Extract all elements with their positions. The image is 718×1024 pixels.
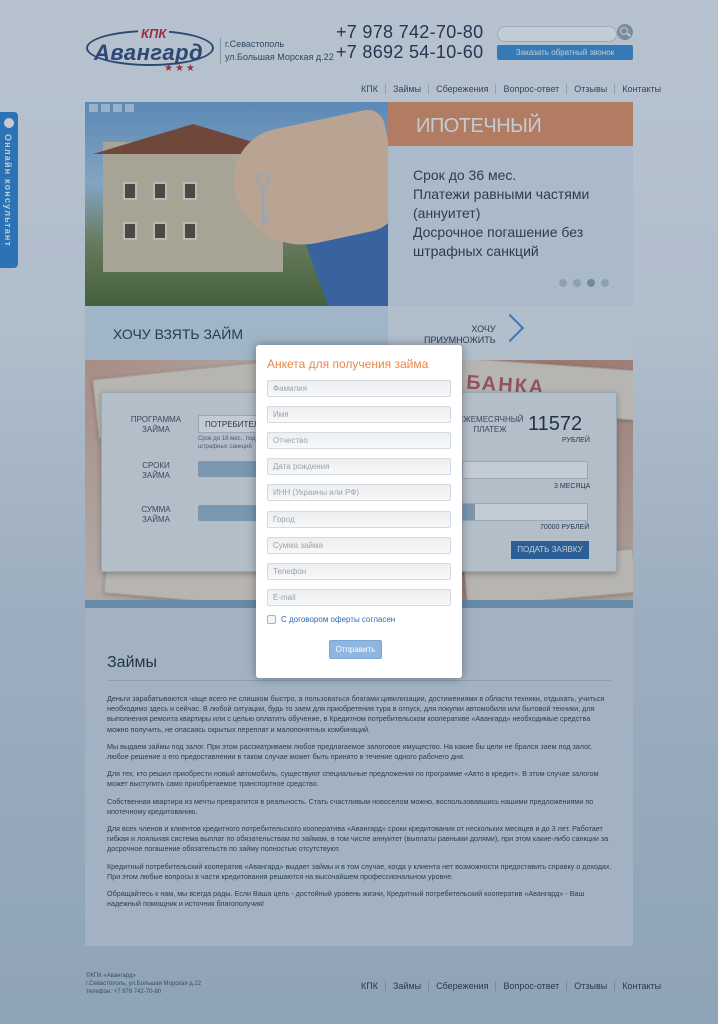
agree-row: С договором оферты согласен — [267, 615, 395, 624]
send-button[interactable]: Отправить — [329, 640, 382, 659]
agree-checkbox[interactable] — [267, 615, 276, 624]
modal-title: Анкета для получения займа — [267, 357, 429, 371]
inn-field[interactable] — [267, 484, 451, 501]
agree-label[interactable]: С договором оферты согласен — [281, 615, 395, 624]
email-field[interactable] — [267, 589, 451, 606]
loan-amount-field[interactable] — [267, 537, 451, 554]
surname-field[interactable] — [267, 380, 451, 397]
phone-field[interactable] — [267, 563, 451, 580]
patronymic-field[interactable] — [267, 432, 451, 449]
loan-application-modal: Анкета для получения займа С договором о… — [256, 345, 462, 678]
name-field[interactable] — [267, 406, 451, 423]
birthdate-field[interactable] — [267, 458, 451, 475]
city-field[interactable] — [267, 511, 451, 528]
